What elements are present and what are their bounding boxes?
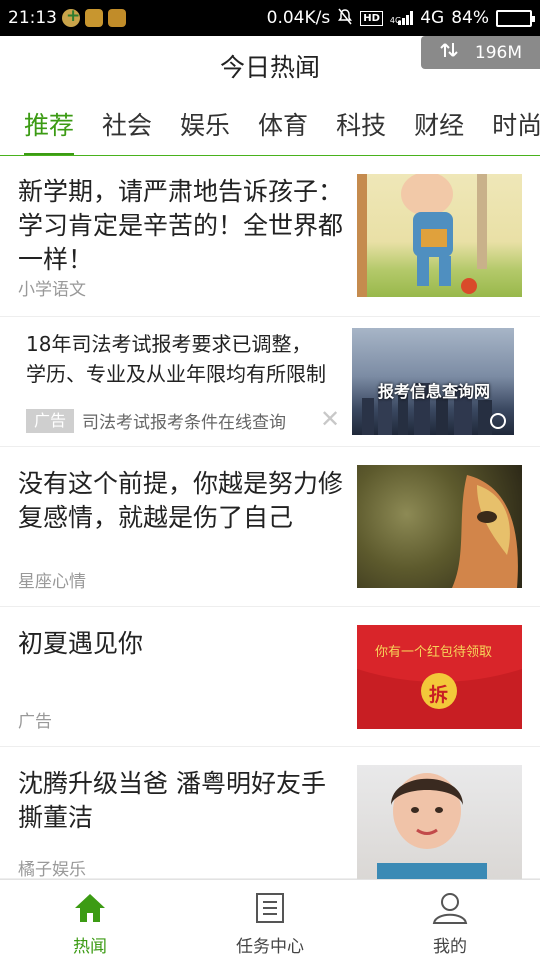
network-speed: 0.04K/s: [266, 8, 331, 28]
swap-arrows-icon: [439, 41, 459, 64]
ad-badge: 广告: [26, 409, 75, 433]
status-bar-right: 0.04K/s HD 4G 4G 84%: [266, 8, 535, 29]
news-headline: 初夏遇见你: [18, 629, 144, 658]
battery-percent: 84%: [451, 8, 489, 28]
nav-label: 我的: [433, 937, 467, 957]
bottom-nav: 热闻 任务中心 我的: [0, 879, 540, 960]
news-thumbnail: [357, 465, 522, 588]
list-item[interactable]: 新学期，请严肃地告诉孩子：学习肯定是辛苦的！全世界都一样！ 小学语文: [0, 157, 540, 317]
news-headline: 沈腾升级当爸 潘粤明好友手撕董洁: [18, 769, 326, 832]
memory-value: 196M: [474, 42, 523, 63]
list-item[interactable]: 没有这个前提，你越是努力修复感情，就越是伤了自己 星座心情: [0, 447, 540, 607]
news-source: 星座心情: [18, 572, 86, 592]
news-thumbnail: [357, 174, 522, 297]
tab-fashion[interactable]: 时尚: [492, 96, 540, 155]
list-item[interactable]: 初夏遇见你 广告 你有一个红包待领取 拆: [0, 607, 540, 747]
app-header: 今日热闻 196M: [0, 36, 540, 96]
home-icon: [73, 892, 107, 928]
page-title: 今日热闻: [219, 53, 320, 82]
clock: 21:13: [8, 8, 57, 28]
hd-badge: HD: [360, 10, 383, 26]
news-feed: 新学期，请严肃地告诉孩子：学习肯定是辛苦的！全世界都一样！ 小学语文 18年司法…: [0, 157, 540, 879]
mute-icon: [337, 8, 353, 29]
category-tabs: 推荐 社会 娱乐 体育 科技 财经 时尚: [0, 96, 540, 156]
news-headline: 没有这个前提，你越是努力修复感情，就越是伤了自己: [18, 469, 344, 532]
nav-me[interactable]: 我的: [360, 880, 540, 960]
tab-entertainment[interactable]: 娱乐: [180, 96, 230, 155]
news-source: 小学语文: [18, 280, 86, 300]
red-packet-button: 拆: [429, 684, 449, 706]
user-icon: [432, 892, 468, 928]
task-list-icon: [255, 892, 285, 928]
tab-recommend[interactable]: 推荐: [24, 96, 75, 155]
ad-description: 司法考试报考条件在线查询: [82, 413, 286, 433]
status-bar: 21:13 0.04K/s HD 4G 4G 84%: [0, 0, 540, 36]
red-packet-text: 你有一个红包待领取: [375, 645, 493, 660]
battery-icon: [496, 9, 535, 27]
tab-sports[interactable]: 体育: [258, 96, 308, 155]
nav-task-center[interactable]: 任务中心: [180, 880, 360, 960]
ad-headline: 18年司法考试报考要求已调整，学历、专业及从业年限均有所限制: [26, 332, 326, 386]
status-bar-left: 21:13: [8, 6, 126, 28]
ad-thumbnail: 报考信息查询网: [352, 328, 514, 435]
news-thumbnail: 你有一个红包待领取 拆: [357, 625, 522, 729]
news-headline: 新学期，请严肃地告诉孩子：学习肯定是辛苦的！全世界都一样！: [18, 177, 344, 274]
news-source: 广告: [18, 712, 52, 732]
nav-hot-news[interactable]: 热闻: [0, 880, 180, 960]
notification-app-icon: [62, 6, 80, 27]
nav-label: 任务中心: [236, 937, 304, 957]
memory-cleanup-button[interactable]: 196M: [421, 36, 540, 69]
news-thumbnail: [357, 765, 522, 879]
notification-app-icon: [108, 9, 126, 27]
nav-label: 热闻: [73, 937, 107, 957]
ad-thumbnail-caption: 报考信息查询网: [378, 382, 491, 401]
tab-tech[interactable]: 科技: [336, 96, 386, 155]
ad-item[interactable]: 18年司法考试报考要求已调整，学历、专业及从业年限均有所限制 广告 司法考试报考…: [0, 317, 540, 447]
tab-society[interactable]: 社会: [102, 96, 152, 155]
list-item[interactable]: 沈腾升级当爸 潘粤明好友手撕董洁 橘子娱乐: [0, 747, 540, 879]
close-icon[interactable]: ✕: [320, 405, 340, 433]
notification-app-icon: [85, 9, 103, 27]
signal-icon: 4G: [390, 11, 414, 25]
news-source: 橘子娱乐: [18, 860, 86, 879]
signal-type: 4G: [420, 8, 445, 28]
tab-finance[interactable]: 财经: [414, 96, 464, 155]
